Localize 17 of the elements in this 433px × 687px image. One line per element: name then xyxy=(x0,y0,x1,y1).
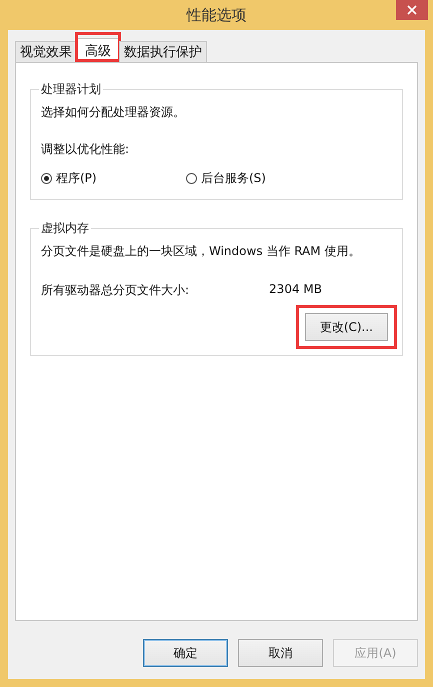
close-button[interactable] xyxy=(396,0,428,20)
size-value: 2304 MB xyxy=(269,282,322,298)
group-title: 处理器计划 xyxy=(40,81,102,98)
radio-option[interactable]: 后台服务(S) xyxy=(186,170,331,187)
change-button[interactable]: 更改(C)... xyxy=(304,313,388,341)
close-icon xyxy=(407,5,417,15)
size-label: 所有驱动器总分页文件大小: xyxy=(41,282,190,299)
window-title: 性能选项 xyxy=(186,6,246,24)
description-text: 分页文件是硬盘上的一块区域，Windows 当作 RAM 使用。 xyxy=(41,243,362,260)
group-title: 虚拟内存 xyxy=(40,220,90,237)
dialog-button[interactable]: 确定 xyxy=(143,639,228,667)
prompt-text: 调整以优化性能: xyxy=(41,141,130,158)
radio-option[interactable]: 程序(P) xyxy=(41,170,186,187)
tab[interactable]: 数据执行保护 xyxy=(119,41,207,62)
description-text: 选择如何分配处理器资源。 xyxy=(41,104,186,121)
dialog-button[interactable]: 取消 xyxy=(238,639,323,667)
tab[interactable]: 视觉效果 xyxy=(15,41,77,62)
